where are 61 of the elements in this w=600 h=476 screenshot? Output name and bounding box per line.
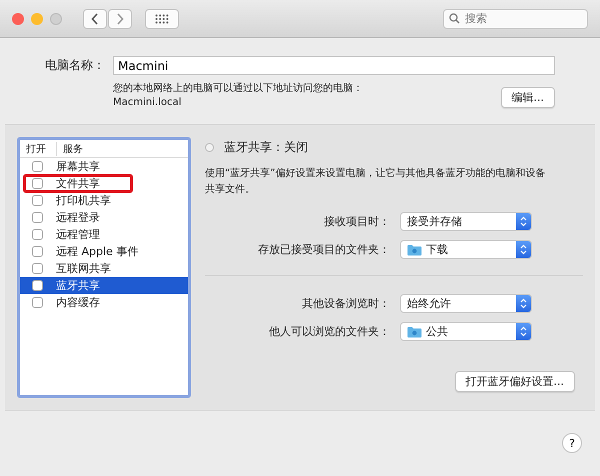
checkbox[interactable] [32, 212, 43, 223]
stepper-icon [516, 323, 531, 340]
popup-menu[interactable]: 下载 [400, 240, 532, 259]
service-row[interactable]: 互联网共享 [20, 260, 188, 277]
service-name: 文件共享 [56, 176, 100, 191]
help-button[interactable]: ? [562, 433, 582, 453]
computer-name-field[interactable]: Macmini [113, 56, 555, 75]
chevron-right-icon [116, 12, 124, 24]
checkbox[interactable] [32, 229, 43, 240]
column-header[interactable]: 打开 [20, 142, 57, 156]
service-row[interactable]: 远程登录 [20, 209, 188, 226]
service-row[interactable]: 远程管理 [20, 226, 188, 243]
checkbox[interactable] [32, 195, 43, 206]
close-button[interactable] [12, 12, 24, 24]
stepper-icon [516, 213, 531, 230]
description-text: 使用“蓝牙共享”偏好设置来设置电脑，让它与其他具备蓝牙功能的电脑和设备共享文件。 [205, 166, 546, 197]
minimize-button[interactable] [31, 12, 43, 24]
checkbox[interactable] [32, 297, 43, 308]
setting-label: 接收项目时： [323, 214, 390, 229]
checkbox[interactable] [32, 263, 43, 274]
grid-icon [155, 14, 169, 24]
column-header[interactable]: 服务 [57, 142, 83, 156]
checkbox[interactable] [32, 246, 43, 257]
popup-menu[interactable]: 接受并存储 [400, 212, 532, 231]
folder-icon [407, 244, 422, 256]
status-text: 蓝牙共享：关闭 [224, 139, 308, 156]
back-button[interactable] [83, 8, 107, 28]
setting-label: 其他设备浏览时： [301, 296, 390, 311]
service-row[interactable]: 屏幕共享 [20, 158, 188, 175]
service-name: 屏幕共享 [56, 159, 100, 174]
service-name: 远程登录 [56, 210, 100, 225]
checkbox[interactable] [32, 161, 43, 172]
service-row[interactable]: 内容缓存 [20, 294, 188, 311]
open-bluetooth-preferences-button[interactable]: 打开蓝牙偏好设置... [454, 371, 575, 392]
show-all-button[interactable] [145, 8, 179, 28]
stepper-icon [516, 295, 531, 312]
folder-icon [407, 326, 422, 338]
chevron-left-icon [91, 12, 99, 24]
setting-label: 存放已接受项目的文件夹： [257, 242, 390, 257]
popup-menu[interactable]: 公共 [400, 322, 532, 341]
edit-button[interactable]: 编辑... [500, 87, 555, 108]
local-address: Macmini.local [113, 97, 182, 108]
stepper-icon [516, 241, 531, 258]
service-name: 内容缓存 [56, 295, 100, 310]
service-name: 蓝牙共享 [56, 278, 100, 293]
service-row[interactable]: 远程 Apple 事件 [20, 243, 188, 260]
setting-label: 他人可以浏览的文件夹： [268, 324, 390, 339]
service-name: 远程 Apple 事件 [56, 244, 138, 259]
service-name: 打印机共享 [56, 193, 111, 208]
service-name: 远程管理 [56, 227, 100, 242]
popup-menu[interactable]: 始终允许 [400, 294, 532, 313]
service-name: 互联网共享 [56, 261, 111, 276]
search-field[interactable]: 搜索 [443, 8, 588, 28]
service-row[interactable]: 文件共享 [20, 175, 188, 192]
checkbox[interactable] [32, 280, 43, 291]
address-note: 您的本地网络上的电脑可以通过以下地址访问您的电脑： [113, 82, 364, 95]
service-row[interactable]: 打印机共享 [20, 192, 188, 209]
zoom-button[interactable] [50, 12, 62, 24]
checkbox[interactable] [32, 178, 43, 189]
field-label: 电脑名称： [45, 57, 105, 74]
service-row[interactable]: 蓝牙共享 [20, 277, 188, 294]
